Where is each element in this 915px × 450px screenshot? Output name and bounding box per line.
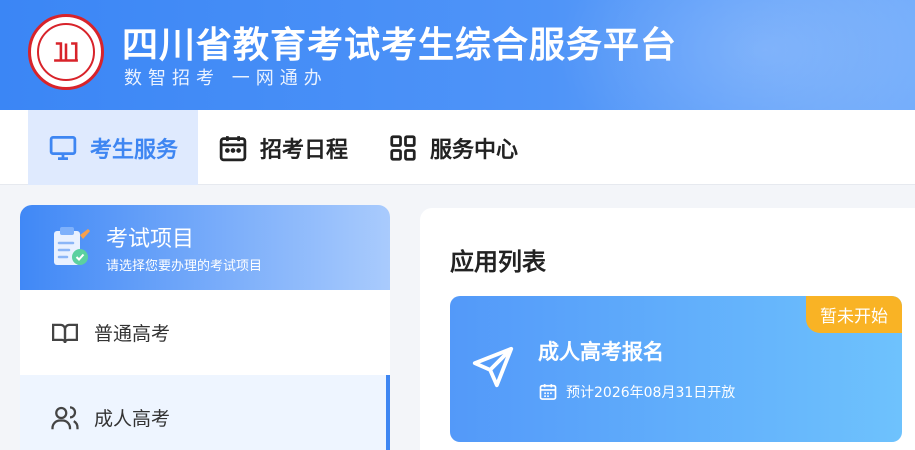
tab-label: 招考日程 [260,137,349,163]
status-badge: 暂未开始 [806,296,902,333]
paper-plane-icon [472,346,514,388]
tab-service-center[interactable]: 服务中心 [368,110,538,185]
section-title: 应用列表 [450,248,546,276]
sidebar-header: 考试项目 请选择您要办理的考试项目 [20,205,390,290]
card-date-text: 预计2026年08月31日开放 [566,385,736,401]
sidebar-item-adult-gaokao[interactable]: 成人高考 [20,375,390,450]
grid-icon [390,134,416,161]
users-icon [51,405,79,429]
sidebar-item-label: 成人高考 [94,408,171,430]
sidebar-subtitle: 请选择您要办理的考试项目 [106,259,263,274]
monitor-icon [49,135,77,160]
book-icon [52,323,78,343]
sidebar-title: 考试项目 [106,227,195,252]
tab-label: 考生服务 [89,137,178,163]
sidebar-item-gaokao[interactable]: 普通高考 [20,290,390,375]
seal-logo[interactable] [28,14,104,90]
card-title: 成人高考报名 [538,340,664,364]
calendar-icon [539,384,557,400]
platform-slogan: 数智招考 一网通办 [124,68,328,89]
tab-student-services[interactable]: 考生服务 [28,110,198,185]
app-card-adult-gaokao-registration[interactable]: 暂未开始 成人高考报名 预计2026年08月31日开放 [450,296,902,442]
app-header: 四川省教育考试考生综合服务平台 数智招考 一网通办 [0,0,915,110]
main-nav: 考生服务 招考日程 服务中心 [0,110,915,185]
calendar-icon [219,135,247,161]
sidebar-item-label: 普通高考 [94,323,171,345]
exam-project-sidebar: 考试项目 请选择您要办理的考试项目 普通高考 成人高考 [20,205,390,450]
tab-label: 服务中心 [430,137,519,163]
platform-title: 四川省教育考试考生综合服务平台 [122,25,678,66]
checklist-icon [54,227,90,265]
tab-exam-schedule[interactable]: 招考日程 [198,110,368,185]
application-panel: 应用列表 暂未开始 成人高考报名 预计2026年08月31日开放 [420,208,915,450]
card-date: 预计2026年08月31日开放 [538,382,735,402]
